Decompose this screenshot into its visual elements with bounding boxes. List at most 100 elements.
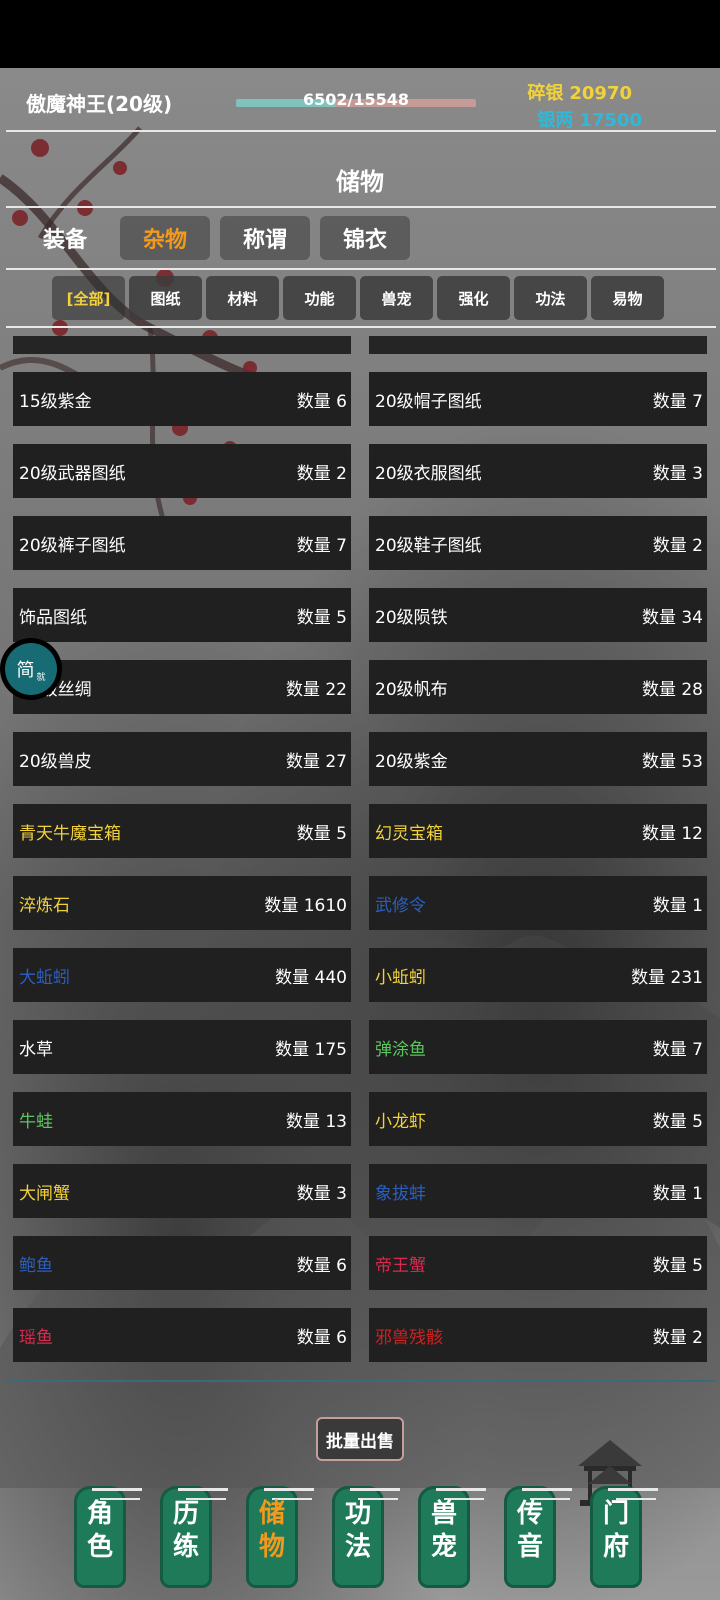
nav-label: 门府: [602, 1499, 629, 1562]
tab-outfits[interactable]: 锦衣: [320, 216, 410, 260]
item-cell-partial[interactable]: [13, 336, 351, 354]
item-cell[interactable]: 鲍鱼 数量 6: [13, 1236, 351, 1290]
player-name: 傲魔神王(20级): [26, 92, 173, 116]
nav-button[interactable]: 传音: [500, 1478, 572, 1590]
filter-enhance[interactable]: 强化: [437, 276, 510, 320]
tab-equipment[interactable]: 装备: [20, 216, 110, 260]
yinliang-value: 17500: [579, 110, 642, 131]
item-name: 大闸蟹: [19, 1183, 70, 1204]
item-cell[interactable]: 邪兽残骸 数量 2: [369, 1308, 707, 1362]
nav-label: 角色: [86, 1499, 113, 1562]
item-cell[interactable]: 帝王蟹 数量 5: [369, 1236, 707, 1290]
nav-label: 传音: [516, 1499, 543, 1562]
nav-label: 功法: [344, 1499, 371, 1562]
item-name: 大蚯蚓: [19, 967, 70, 988]
item-cell[interactable]: 20级紫金 数量 53: [369, 732, 707, 786]
float-label: 简: [16, 660, 35, 681]
tab-misc[interactable]: 杂物: [120, 216, 210, 260]
page-title: 储物: [336, 168, 384, 196]
item-name: 20级鞋子图纸: [375, 535, 482, 556]
item-cell[interactable]: 小龙虾 数量 5: [369, 1092, 707, 1146]
batch-sell-button[interactable]: 批量出售: [316, 1417, 404, 1461]
item-quantity: 数量 1: [652, 1183, 703, 1204]
filter-skills[interactable]: 功法: [514, 276, 587, 320]
item-cell[interactable]: 大闸蟹 数量 3: [13, 1164, 351, 1218]
item-quantity: 数量 2: [652, 1327, 703, 1348]
item-name: 瑶鱼: [19, 1327, 53, 1348]
item-cell-partial[interactable]: [369, 336, 707, 354]
item-cell[interactable]: 青天牛魔宝箱 数量 5: [13, 804, 351, 858]
item-cell[interactable]: 20级陨铁 数量 34: [369, 588, 707, 642]
item-cell[interactable]: 20级丝绸 数量 22: [13, 660, 351, 714]
item-cell[interactable]: 20级鞋子图纸 数量 2: [369, 516, 707, 570]
item-name: 鲍鱼: [19, 1255, 53, 1276]
item-cell[interactable]: 饰品图纸 数量 5: [13, 588, 351, 642]
filter-functional[interactable]: 功能: [283, 276, 356, 320]
item-cell[interactable]: 20级衣服图纸 数量 3: [369, 444, 707, 498]
tab-titles[interactable]: 称谓: [220, 216, 310, 260]
item-cell[interactable]: 20级裤子图纸 数量 7: [13, 516, 351, 570]
item-quantity: 数量 6: [296, 1255, 347, 1276]
divider: [6, 268, 716, 270]
item-list-scroll[interactable]: 15级紫金 数量 6 20级帽子图纸 数量 7 20级武器图纸 数量 2 20级衣服图纸 数量…: [0, 336, 720, 1380]
item-name: 20级裤子图纸: [19, 535, 126, 556]
item-cell[interactable]: 牛蛙 数量 13: [13, 1092, 351, 1146]
item-cell[interactable]: 20级武器图纸 数量 2: [13, 444, 351, 498]
item-cell[interactable]: 小蚯蚓 数量 231: [369, 948, 707, 1002]
tab-label: 称谓: [242, 228, 287, 253]
nav-button[interactable]: 储物: [242, 1478, 314, 1590]
filter-materials[interactable]: 材料: [206, 276, 279, 320]
suiyin-currency: 碎银 20970: [527, 79, 632, 105]
item-name: 青天牛魔宝箱: [19, 823, 121, 844]
floating-assistant-button[interactable]: 简就: [0, 638, 62, 700]
item-name: 小龙虾: [375, 1111, 426, 1132]
nav-label: 兽宠: [430, 1499, 457, 1562]
filter-label: [全部]: [66, 289, 111, 308]
item-name: 淬炼石: [19, 895, 70, 916]
filter-barter[interactable]: 易物: [591, 276, 664, 320]
filter-label: 强化: [458, 289, 489, 308]
item-cell[interactable]: 大蚯蚓 数量 440: [13, 948, 351, 1002]
item-cell[interactable]: 武修令 数量 1: [369, 876, 707, 930]
tab-label: 杂物: [142, 228, 187, 253]
item-cell[interactable]: 淬炼石 数量 1610: [13, 876, 351, 930]
nav-button[interactable]: 兽宠: [414, 1478, 486, 1590]
nav-button[interactable]: 历练: [156, 1478, 228, 1590]
nav-button[interactable]: 门府: [586, 1478, 658, 1590]
filter-pets[interactable]: 兽宠: [360, 276, 433, 320]
item-quantity: 数量 5: [652, 1111, 703, 1132]
nav-deco-line: [436, 1488, 486, 1491]
nav-deco-line: [350, 1488, 400, 1491]
item-quantity: 数量 12: [641, 823, 703, 844]
filter-blueprints[interactable]: 图纸: [129, 276, 202, 320]
item-name: 邪兽残骸: [375, 1327, 443, 1348]
item-name: 20级武器图纸: [19, 463, 126, 484]
item-quantity: 数量 1: [652, 895, 703, 916]
tab-label: 锦衣: [342, 228, 387, 253]
item-name: 20级陨铁: [375, 607, 448, 628]
item-name: 幻灵宝箱: [375, 823, 443, 844]
nav-button[interactable]: 角色: [70, 1478, 142, 1590]
item-cell[interactable]: 20级兽皮 数量 27: [13, 732, 351, 786]
item-quantity: 数量 1610: [264, 895, 347, 916]
item-cell[interactable]: 水草 数量 175: [13, 1020, 351, 1074]
filter-label: 兽宠: [381, 289, 412, 308]
item-cell[interactable]: 弹涂鱼 数量 7: [369, 1020, 707, 1074]
item-cell[interactable]: 20级帆布 数量 28: [369, 660, 707, 714]
filter-label: 功能: [304, 289, 335, 308]
item-cell[interactable]: 瑶鱼 数量 6: [13, 1308, 351, 1362]
bottom-nav: 角色历练储物功法兽宠传音门府: [70, 1478, 658, 1590]
divider: [6, 206, 716, 208]
item-name: 象拔蚌: [375, 1183, 426, 1204]
nav-button[interactable]: 功法: [328, 1478, 400, 1590]
item-quantity: 数量 6: [296, 391, 347, 412]
item-cell[interactable]: 15级紫金 数量 6: [13, 372, 351, 426]
filter-all[interactable]: [全部]: [52, 276, 125, 320]
item-cell[interactable]: 20级帽子图纸 数量 7: [369, 372, 707, 426]
item-cell[interactable]: 象拔蚌 数量 1: [369, 1164, 707, 1218]
game-screen: 傲魔神王(20级) 6502/15548 碎银 20970 银两 17500 储物 …: [0, 68, 720, 1600]
item-cell[interactable]: 幻灵宝箱 数量 12: [369, 804, 707, 858]
item-quantity: 数量 7: [652, 1039, 703, 1060]
tab-label: 装备: [42, 228, 87, 253]
item-quantity: 数量 27: [285, 751, 347, 772]
